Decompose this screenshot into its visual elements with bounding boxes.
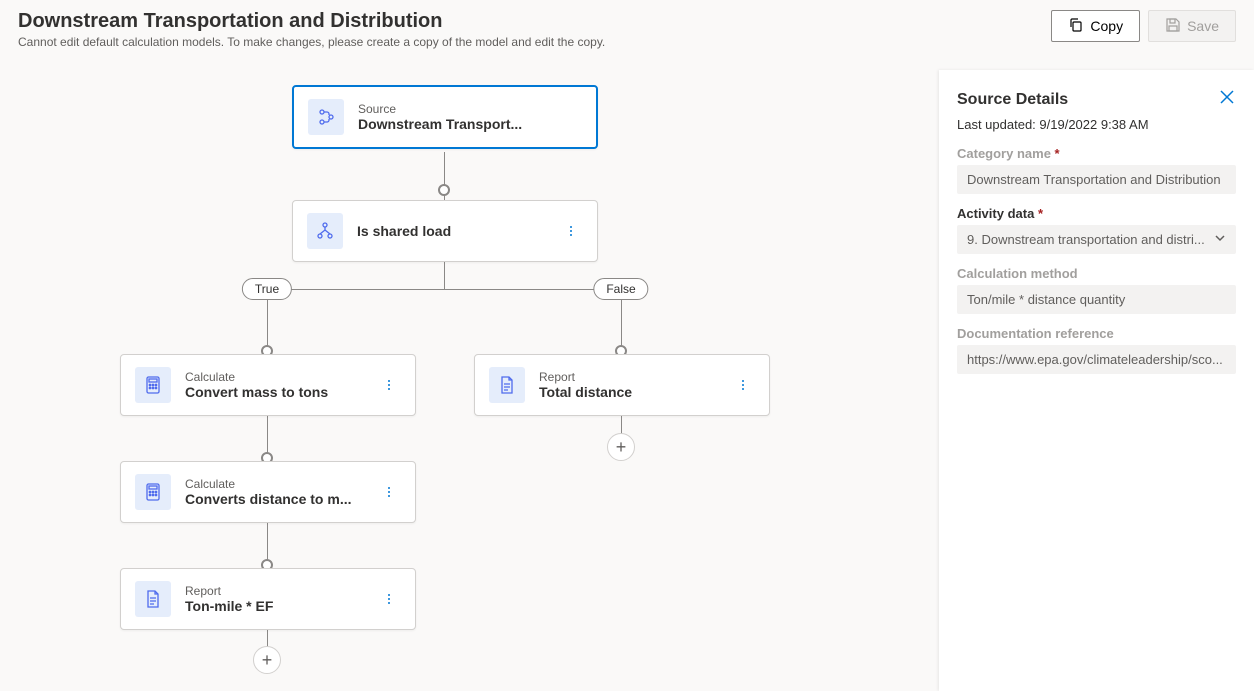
more-button[interactable] [377, 592, 401, 606]
doc-value: https://www.epa.gov/climateleadership/sc… [967, 352, 1223, 367]
branch-label-true: True [242, 278, 292, 300]
page-header: Downstream Transportation and Distributi… [0, 0, 1254, 57]
node-text: Report Total distance [539, 370, 717, 400]
page-subtitle: Cannot edit default calculation models. … [18, 35, 605, 49]
calculate-icon [135, 474, 171, 510]
node-title: Total distance [539, 384, 717, 400]
save-label: Save [1187, 18, 1219, 34]
doc-label: Documentation reference [957, 326, 1236, 341]
report-node[interactable]: Report Total distance [474, 354, 770, 416]
more-button[interactable] [559, 224, 583, 238]
save-icon [1165, 17, 1181, 36]
node-text: Source Downstream Transport... [358, 102, 582, 132]
category-input[interactable]: Downstream Transportation and Distributi… [957, 165, 1236, 194]
calculate-node[interactable]: Calculate Convert mass to tons [120, 354, 416, 416]
edge [267, 289, 622, 290]
last-updated: Last updated: 9/19/2022 9:38 AM [957, 117, 1236, 132]
method-value: Ton/mile * distance quantity [967, 292, 1125, 307]
node-type: Calculate [185, 370, 363, 384]
report-icon [135, 581, 171, 617]
copy-icon [1068, 17, 1084, 36]
save-button: Save [1148, 10, 1236, 42]
copy-label: Copy [1090, 18, 1123, 34]
header-actions: Copy Save [1051, 10, 1236, 42]
node-title: Downstream Transport... [358, 116, 582, 132]
method-label: Calculation method [957, 266, 1236, 281]
node-text: Is shared load [357, 223, 545, 239]
node-title: Converts distance to m... [185, 491, 363, 507]
branch-label-false: False [593, 278, 648, 300]
node-type: Report [539, 370, 717, 384]
chevron-down-icon [1214, 232, 1226, 247]
source-node[interactable]: Source Downstream Transport... [292, 85, 598, 149]
activity-label: Activity data * [957, 206, 1236, 221]
edge-handle[interactable] [438, 184, 450, 196]
panel-header: Source Details [957, 88, 1236, 111]
calculate-icon [135, 367, 171, 403]
details-panel: Source Details Last updated: 9/19/2022 9… [939, 70, 1254, 691]
source-icon [308, 99, 344, 135]
activity-select[interactable]: 9. Downstream transportation and distri.… [957, 225, 1236, 254]
calculate-node[interactable]: Calculate Converts distance to m... [120, 461, 416, 523]
activity-value: 9. Downstream transportation and distri.… [967, 232, 1205, 247]
node-type: Calculate [185, 477, 363, 491]
edge [444, 260, 445, 290]
node-title: Ton-mile * EF [185, 598, 363, 614]
condition-icon [307, 213, 343, 249]
page-title: Downstream Transportation and Distributi… [18, 10, 605, 33]
category-value: Downstream Transportation and Distributi… [967, 172, 1221, 187]
node-type: Report [185, 584, 363, 598]
node-text: Calculate Converts distance to m... [185, 477, 363, 507]
add-node-button[interactable]: + [607, 433, 635, 461]
node-text: Calculate Convert mass to tons [185, 370, 363, 400]
add-node-button[interactable]: + [253, 646, 281, 674]
more-button[interactable] [731, 378, 755, 392]
more-button[interactable] [377, 485, 401, 499]
node-title: Convert mass to tons [185, 384, 363, 400]
category-label: Category name * [957, 146, 1236, 161]
node-type: Source [358, 102, 582, 116]
panel-title: Source Details [957, 91, 1068, 109]
node-title: Is shared load [357, 223, 545, 239]
header-left: Downstream Transportation and Distributi… [18, 10, 605, 49]
doc-input[interactable]: https://www.epa.gov/climateleadership/sc… [957, 345, 1236, 374]
report-node[interactable]: Report Ton-mile * EF [120, 568, 416, 630]
copy-button[interactable]: Copy [1051, 10, 1140, 42]
method-input[interactable]: Ton/mile * distance quantity [957, 285, 1236, 314]
more-button[interactable] [377, 378, 401, 392]
close-button[interactable] [1218, 88, 1236, 111]
node-text: Report Ton-mile * EF [185, 584, 363, 614]
report-icon [489, 367, 525, 403]
condition-node[interactable]: Is shared load [292, 200, 598, 262]
